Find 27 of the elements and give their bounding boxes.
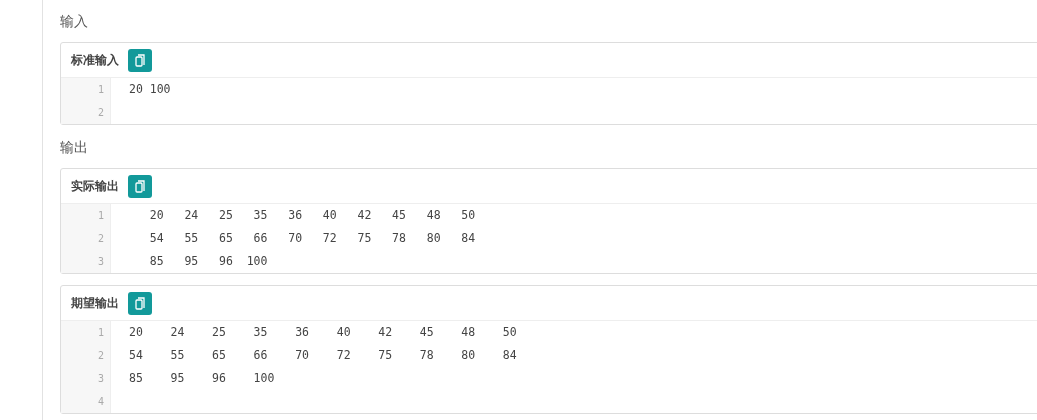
code-line: 20 24 25 35 36 40 42 45 48 50 bbox=[129, 324, 517, 341]
line-number: 1 bbox=[96, 326, 104, 340]
code-line: 54 55 65 66 70 72 75 78 80 84 bbox=[148, 230, 476, 247]
copy-button[interactable] bbox=[128, 174, 152, 198]
copy-button[interactable] bbox=[128, 291, 152, 315]
copy-icon bbox=[135, 296, 145, 310]
copy-icon bbox=[135, 53, 145, 67]
panel-title: 标准输入 bbox=[71, 51, 119, 69]
code-line: 54 55 65 66 70 72 75 78 80 84 bbox=[129, 347, 517, 364]
line-number: 4 bbox=[96, 395, 104, 409]
panel-title: 实际输出 bbox=[71, 177, 119, 195]
line-number: 2 bbox=[96, 106, 104, 120]
line-number: 1 bbox=[96, 209, 104, 223]
section-heading: 输出 bbox=[60, 138, 89, 157]
line-number: 3 bbox=[96, 372, 104, 386]
code-line: 20 100 bbox=[129, 81, 171, 98]
code-line: 85 95 96 100 bbox=[148, 253, 269, 270]
section-heading: 输入 bbox=[60, 12, 89, 31]
line-number: 2 bbox=[96, 232, 104, 246]
copy-button[interactable] bbox=[128, 48, 152, 72]
copy-icon bbox=[135, 179, 145, 193]
code-line: 85 95 96 100 bbox=[129, 370, 276, 387]
code-line: 20 24 25 35 36 40 42 45 48 50 bbox=[148, 207, 476, 224]
line-number: 1 bbox=[96, 83, 104, 97]
line-number: 3 bbox=[96, 255, 104, 269]
panel-title: 期望输出 bbox=[71, 294, 119, 312]
line-number: 2 bbox=[96, 349, 104, 363]
